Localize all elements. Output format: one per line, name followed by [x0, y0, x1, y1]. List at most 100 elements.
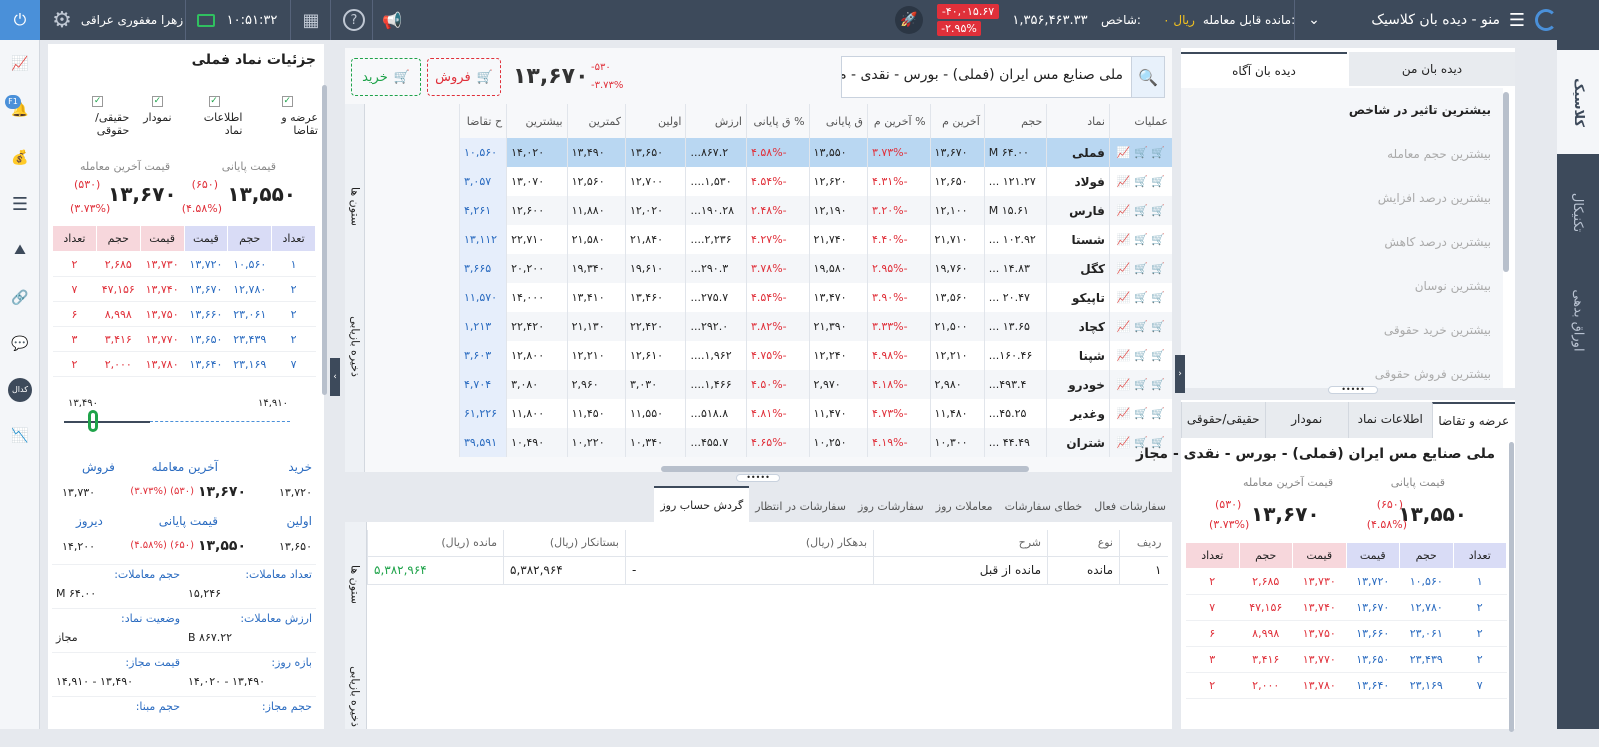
symbol-cell[interactable]: فارس [1046, 196, 1110, 225]
help-icon[interactable]: ? [342, 0, 366, 40]
account-col-header[interactable]: ردیف [1119, 530, 1168, 557]
account-col-header[interactable]: نوع [1047, 530, 1120, 557]
chart-icon[interactable]: 📈 [1117, 262, 1131, 275]
market-col-header[interactable]: اولین [624, 104, 686, 138]
money-bag-icon[interactable]: 💰 [8, 146, 32, 170]
orderbook-row[interactable]: ۷ ۲۳,۱۶۹ ۱۳,۶۴۰ ۱۳,۷۸۰ ۲,۰۰۰ ۲ [52, 351, 316, 377]
symbol-cell[interactable]: وغدیر [1046, 399, 1110, 428]
announcement-icon[interactable]: 📢 [380, 0, 404, 40]
market-row[interactable]: 🛒 🛒 📈 تاپیکو ۲۰.۴۷ ... ۱۳,۵۶۰ -۳.۹۰% ۱۳,۴۷۰ -۴… [458, 283, 1172, 312]
chart-icon[interactable]: 📈 [1117, 320, 1131, 333]
market-row[interactable]: 🛒 🛒 📈 کچاد ۱۳.۶۵ ... ۲۱,۵۰۰ -۳.۳۳% ۲۱,۳۹۰ -۳.۸… [458, 312, 1172, 341]
market-col-header[interactable]: % ق پایانی [745, 104, 810, 138]
details-check-0[interactable]: ✓ عرضه و تقاضا [256, 96, 318, 137]
market-col-header[interactable]: حجم [983, 104, 1047, 138]
orderbook-row[interactable]: ۲ ۱۲,۷۸۰ ۱۳,۶۷۰ ۱۳,۷۴۰ ۴۷,۱۵۶ ۷ [52, 276, 316, 302]
symbol-tab-2[interactable]: نمودار [1264, 402, 1348, 438]
symbol-scrollbar[interactable] [1509, 442, 1514, 732]
account-col-header[interactable]: بدهکار (ریال) [625, 530, 874, 557]
symbol-cell[interactable]: فولاد [1046, 167, 1110, 196]
user-name[interactable]: زهرا مغفوری عراقی [80, 0, 184, 40]
symbol-tab-0[interactable]: عرضه و تقاضا [1431, 402, 1515, 438]
columns-label[interactable]: ستون ها [349, 175, 362, 239]
buy-cart-icon[interactable]: 🛒 [1151, 204, 1165, 217]
watch-tab-mine[interactable]: دیده بان من [1349, 52, 1515, 86]
chart-icon[interactable]: 📈 [8, 52, 32, 76]
table-h-scrollbar[interactable] [661, 466, 1029, 472]
order-tab-2[interactable]: معاملات روز [930, 492, 999, 522]
chart-icon[interactable]: 📈 [1117, 436, 1131, 449]
market-row[interactable]: 🛒 🛒 📈 شپنا ۱۶۰.۴۶... ۱۲,۲۱۰ -۴.۹۸% ۱۲,۲۴۰ -۴.۷… [458, 341, 1172, 370]
symbol-tab-1[interactable]: اطلاعات نماد [1348, 402, 1432, 438]
symbol-tab-3[interactable]: حقیقی/حقوقی [1181, 402, 1265, 438]
order-tab-1[interactable]: خطای سفارشات [999, 492, 1089, 522]
watch-item[interactable]: بیشترین حجم معامله [1181, 132, 1503, 176]
mountain-icon[interactable]: ⛰ [8, 238, 32, 262]
market-col-header[interactable]: ح تقاضا [458, 104, 507, 138]
account-col-header[interactable]: شرح [873, 530, 1048, 557]
watch-item[interactable]: بیشترین خرید حقوقی [1181, 308, 1503, 352]
sell-cart-icon[interactable]: 🛒 [1134, 175, 1148, 188]
checkbox-icon[interactable]: ✓ [92, 96, 104, 107]
chart-icon[interactable]: 📈 [1117, 407, 1131, 420]
chart-icon[interactable]: 📈 [1117, 349, 1131, 362]
order-tab-4[interactable]: سفارشات در انتظار [749, 492, 852, 522]
orderbook-row[interactable]: ۱ ۱۰,۵۶۰ ۱۳,۷۲۰ ۱۳,۷۳۰ ۲,۶۸۵ ۲ [52, 251, 316, 277]
buy-cart-icon[interactable]: 🛒 [1151, 262, 1165, 275]
symbol-cell[interactable]: کگل [1046, 254, 1110, 283]
rocket-icon[interactable]: 🚀 [893, 0, 925, 40]
symbol-cell[interactable]: خودرو [1046, 370, 1110, 399]
market-col-header[interactable]: کمترین [566, 104, 626, 138]
market-col-header[interactable]: ارزش [685, 104, 747, 138]
back-button[interactable]: ⏻ [0, 0, 40, 40]
buy-cart-icon[interactable]: 🛒 [1151, 146, 1165, 159]
buy-cart-icon[interactable]: 🛒 [1151, 291, 1165, 304]
sell-cart-icon[interactable]: 🛒 [1134, 146, 1148, 159]
account-col-header[interactable]: بستانکار (ریال) [503, 530, 626, 557]
sell-cart-icon[interactable]: 🛒 [1134, 320, 1148, 333]
buy-cart-icon[interactable]: 🛒 [1151, 233, 1165, 246]
market-col-header[interactable]: عملیات [1108, 104, 1172, 138]
checkbox-icon[interactable]: ✓ [208, 96, 220, 107]
checkbox-icon[interactable]: ✓ [151, 96, 163, 107]
account-row[interactable]: ۱ مانده مانده از قبل -۵,۳۸۲,۹۶۴ ۵,۳۸۲,۹۶۴ [367, 556, 1168, 585]
chart-icon[interactable]: 📈 [1117, 291, 1131, 304]
market-row[interactable]: 🛒 🛒 📈 شستا ۱۰۲.۹۲ ... ۲۱,۷۱۰ -۴.۴۰% ۲۱,۷۴۰ -۴.… [458, 225, 1172, 254]
details-check-1[interactable]: ✓ اطلاعات نماد [186, 96, 242, 137]
details-check-3[interactable]: ✓ حقیقی/حقوقی [66, 96, 129, 137]
watch-item[interactable]: بیشترین درصد افزایش [1181, 176, 1503, 220]
buy-cart-icon[interactable]: 🛒 [1151, 349, 1165, 362]
orderbook-row[interactable]: ۲ ۲۳,۴۳۹ ۱۳,۶۵۰ ۱۳,۷۷۰ ۳,۴۱۶ ۳ [1185, 646, 1507, 673]
chart-icon[interactable]: 📈 [1117, 233, 1131, 246]
chart-icon[interactable]: 📈 [1117, 146, 1131, 159]
link-icon[interactable]: 🔗 [8, 286, 32, 310]
chart-icon[interactable]: 📈 [1117, 175, 1131, 188]
sell-cart-icon[interactable]: 🛒 [1134, 291, 1148, 304]
orderbook-row[interactable]: ۲ ۲۳,۰۶۱ ۱۳,۶۶۰ ۱۳,۷۵۰ ۸,۹۹۸ ۶ [52, 301, 316, 327]
faq-icon[interactable]: 💬 [8, 332, 32, 356]
watch-item[interactable]: بیشترین نوسان [1181, 264, 1503, 308]
market-col-header[interactable]: % آخرین م [866, 104, 931, 138]
chart-icon[interactable]: 📈 [1117, 378, 1131, 391]
main-menu[interactable]: منو - دیده بان کلاسیک [1340, 0, 1500, 40]
sell-cart-icon[interactable]: 🛒 [1134, 262, 1148, 275]
account-columns-label[interactable]: ستون ها [349, 553, 362, 617]
orderbook-row[interactable]: ۲ ۱۲,۷۸۰ ۱۳,۶۷۰ ۱۳,۷۴۰ ۴۷,۱۵۶ ۷ [1185, 594, 1507, 621]
trend-icon[interactable]: 📉 [8, 424, 32, 448]
market-row[interactable]: 🛒 🛒 📈 فارس ۱۵.۶۱ M ۱۲,۱۰۰ -۳.۲۰% ۱۲,۱۹۰ -۲.۴۸%… [458, 196, 1172, 225]
layout-grid-icon[interactable]: ▦ [298, 0, 324, 40]
order-tab-5[interactable]: گردش حساب روز [654, 486, 750, 522]
sell-button[interactable]: فروش 🛒 [427, 58, 501, 96]
market-row[interactable]: 🛒 🛒 📈 کگل ۱۴.۸۳ ... ۱۹,۷۶۰ -۲.۹۵% ۱۹,۵۸۰ -۳.۷۸… [458, 254, 1172, 283]
market-row[interactable]: 🛒 🛒 📈 شتران ۴۴.۴۹ ... ۱۰,۳۰۰ -۴.۱۹% ۱۰,۲۵۰ -۴.… [458, 428, 1172, 457]
sell-cart-icon[interactable]: 🛒 [1134, 349, 1148, 362]
buy-cart-icon[interactable]: 🛒 [1151, 378, 1165, 391]
symbol-search-input[interactable]: ملی صنایع مس ایران (فملی) - بورس - نقدی … [841, 56, 1131, 98]
market-row[interactable]: 🛒 🛒 📈 خودرو ۴۹۳.۴... ۲,۹۸۰ -۴.۱۸% ۲,۹۷۰ -۴.۵۰%… [458, 370, 1172, 399]
collapse-left-panel-button[interactable]: ‹ [330, 358, 340, 396]
market-col-header[interactable]: ق پایانی [808, 104, 868, 138]
sell-cart-icon[interactable]: 🛒 [1134, 204, 1148, 217]
menu-chevron-icon[interactable]: ⌄ [1302, 0, 1326, 40]
watch-scrollbar[interactable] [1503, 92, 1509, 272]
settings-gear-icon[interactable]: ⚙ [46, 0, 78, 40]
